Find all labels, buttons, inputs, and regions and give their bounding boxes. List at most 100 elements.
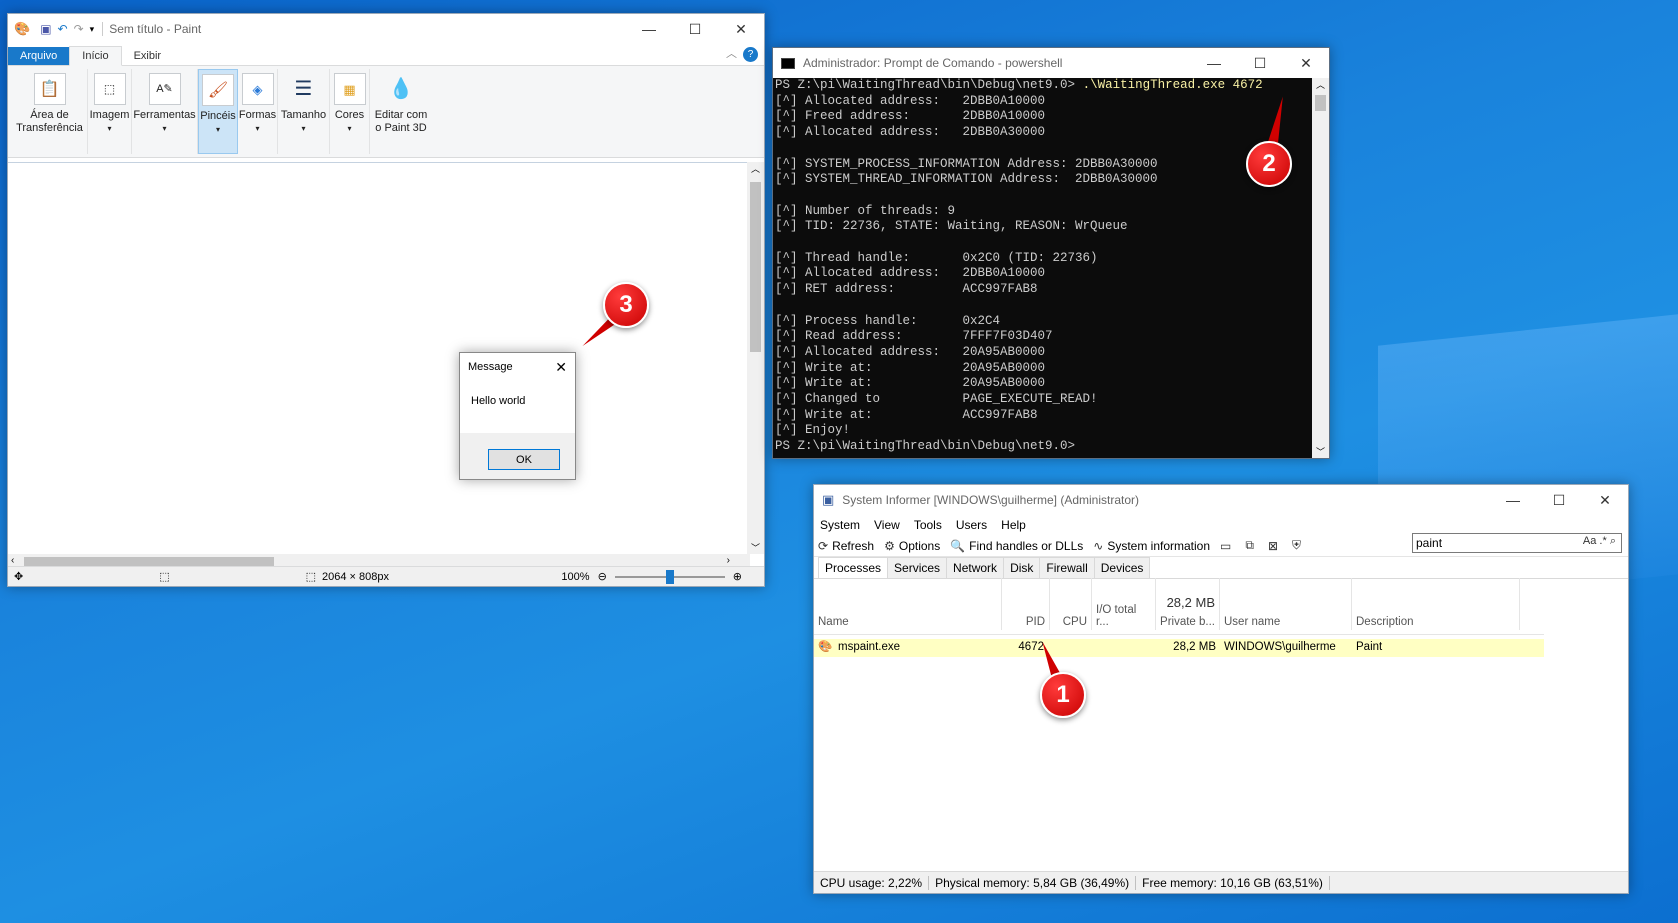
group-brushes[interactable]: 🖌 Pincéis ▾ bbox=[198, 69, 238, 154]
column-pid-label: PID bbox=[1025, 616, 1045, 628]
close-icon[interactable]: ✕ bbox=[555, 359, 567, 376]
terminate-icon[interactable]: ⊠ bbox=[1268, 539, 1282, 553]
maximize-button[interactable]: ☐ bbox=[672, 14, 718, 44]
paint-titlebar[interactable]: 🎨 ▣ ↶ ↷ ▾ Sem título - Paint — ☐ ✕ bbox=[8, 14, 764, 44]
options-button[interactable]: ⚙ Options bbox=[884, 539, 940, 553]
undo-icon[interactable]: ↶ bbox=[58, 22, 68, 36]
column-user[interactable]: User name bbox=[1220, 578, 1352, 630]
refresh-button[interactable]: ⟳ Refresh bbox=[818, 539, 874, 553]
group-image[interactable]: ⬚ Imagem ▾ bbox=[88, 69, 132, 154]
tab-disk[interactable]: Disk bbox=[1003, 557, 1041, 578]
tab-processes[interactable]: Processes bbox=[818, 557, 889, 578]
colors-icon: ▦ bbox=[333, 73, 366, 105]
console-scrollbar[interactable]: ︿ ﹀ bbox=[1312, 78, 1329, 458]
console-line: [^] Number of threads: 9 bbox=[775, 203, 956, 218]
column-cpu[interactable]: CPU bbox=[1050, 578, 1092, 630]
close-button[interactable]: ✕ bbox=[1283, 48, 1329, 78]
tab-services[interactable]: Services bbox=[887, 557, 948, 578]
column-description[interactable]: Description bbox=[1352, 578, 1520, 630]
console-line: [^] TID: 22736, STATE: Waiting, REASON: … bbox=[775, 219, 1128, 234]
console-line: [^] Thread handle: 0x2C0 (TID: 22736) bbox=[775, 250, 1098, 265]
help-icon[interactable]: ? bbox=[743, 47, 758, 62]
find-window-icon[interactable]: ⧉ bbox=[1245, 538, 1258, 553]
tab-network[interactable]: Network bbox=[946, 557, 1005, 578]
tab-arquivo[interactable]: Arquivo bbox=[8, 47, 70, 65]
group-shapes[interactable]: ◈ Formas ▾ bbox=[238, 69, 278, 154]
zoom-out-icon[interactable]: ⊖ bbox=[598, 570, 607, 583]
console-line: [^] Allocated address: 2DBB0A30000 bbox=[775, 125, 1046, 140]
group-clipboard-label: Área de Transferência bbox=[16, 109, 83, 134]
group-tools-label: Ferramentas bbox=[133, 109, 196, 121]
ok-button[interactable]: OK bbox=[488, 449, 560, 470]
tab-exibir[interactable]: Exibir bbox=[122, 47, 174, 65]
menu-view[interactable]: View bbox=[874, 518, 900, 532]
zoom-slider-thumb[interactable] bbox=[665, 569, 674, 584]
find-label: Find handles or DLLs bbox=[969, 538, 1084, 553]
column-private-bytes[interactable]: 28,2 MB Private b... bbox=[1156, 578, 1220, 630]
callout-2: 2 bbox=[1246, 141, 1292, 187]
drawing-canvas[interactable] bbox=[8, 162, 750, 554]
scroll-up-icon[interactable]: ︿ bbox=[751, 162, 760, 175]
redo-icon[interactable]: ↷ bbox=[74, 22, 84, 36]
sysinf-statusbar: CPU usage: 2,22% Physical memory: 5,84 G… bbox=[814, 871, 1628, 893]
tab-devices[interactable]: Devices bbox=[1093, 557, 1151, 578]
canvas-vertical-scrollbar[interactable]: ︿ ﹀ bbox=[747, 162, 764, 554]
ribbon-tabs: Arquivo Início Exibir ︿ ? bbox=[8, 44, 764, 66]
save-icon[interactable]: ▣ bbox=[40, 22, 51, 36]
column-private-label: Private b... bbox=[1160, 616, 1215, 628]
column-pid[interactable]: PID bbox=[1002, 578, 1050, 630]
shield-icon[interactable]: ⛨ bbox=[1292, 538, 1305, 553]
group-size[interactable]: ☰ Tamanho ▾ bbox=[278, 69, 330, 154]
menu-users[interactable]: Users bbox=[956, 518, 987, 532]
minimize-button[interactable]: — bbox=[1191, 48, 1237, 78]
console-output[interactable]: PS Z:\pi\WaitingThread\bin\Debug\net9.0>… bbox=[773, 78, 1312, 458]
scroll-up-icon[interactable]: ︿ bbox=[1316, 78, 1325, 91]
tab-firewall[interactable]: Firewall bbox=[1039, 557, 1095, 578]
chevron-down-icon: ▾ bbox=[301, 124, 306, 133]
window-icon[interactable]: ▭ bbox=[1220, 539, 1235, 553]
console-titlebar[interactable]: Administrador: Prompt de Comando - power… bbox=[773, 48, 1329, 78]
group-tools[interactable]: A✎ Ferramentas ▾ bbox=[132, 69, 198, 154]
scroll-thumb[interactable] bbox=[750, 182, 761, 352]
tab-inicio[interactable]: Início bbox=[69, 46, 122, 66]
menu-tools[interactable]: Tools bbox=[914, 518, 942, 532]
process-icon: 🎨 bbox=[818, 641, 833, 653]
menu-help[interactable]: Help bbox=[1001, 518, 1026, 532]
search-options-icon[interactable]: Aa .* ⌕ bbox=[1583, 535, 1616, 548]
maximize-button[interactable]: ☐ bbox=[1536, 485, 1582, 515]
close-button[interactable]: ✕ bbox=[718, 14, 764, 44]
ribbon-collapse-icon[interactable]: ︿ bbox=[726, 45, 737, 61]
system-information-button[interactable]: ∿ System information bbox=[1093, 539, 1210, 553]
scroll-left-icon[interactable]: ‹ bbox=[11, 555, 14, 566]
zoom-in-icon[interactable]: ⊕ bbox=[733, 570, 742, 583]
find-handles-button[interactable]: 🔍 Find handles or DLLs bbox=[950, 539, 1083, 553]
sysinf-titlebar[interactable]: ▣ System Informer [WINDOWS\guilherme] (A… bbox=[814, 485, 1628, 515]
group-clipboard[interactable]: 📋 Área de Transferência bbox=[12, 69, 88, 154]
gear-icon: ⚙ bbox=[884, 538, 895, 553]
process-description: Paint bbox=[1356, 641, 1383, 653]
column-name[interactable]: Name bbox=[814, 578, 1002, 630]
scroll-down-icon[interactable]: ﹀ bbox=[751, 541, 760, 554]
scroll-thumb[interactable] bbox=[1315, 95, 1326, 111]
minimize-button[interactable]: — bbox=[1490, 485, 1536, 515]
minimize-button[interactable]: — bbox=[626, 14, 672, 44]
quick-access-dropdown-icon[interactable]: ▾ bbox=[90, 24, 95, 35]
scroll-right-icon[interactable]: › bbox=[727, 555, 730, 566]
group-colors-label: Cores bbox=[334, 109, 365, 121]
zoom-slider[interactable] bbox=[614, 569, 725, 584]
scroll-down-icon[interactable]: ﹀ bbox=[1316, 445, 1325, 458]
close-button[interactable]: ✕ bbox=[1582, 485, 1628, 515]
chevron-down-icon: ▾ bbox=[107, 124, 112, 133]
maximize-button[interactable]: ☐ bbox=[1237, 48, 1283, 78]
chevron-down-icon: ▾ bbox=[215, 125, 220, 134]
menu-system[interactable]: System bbox=[820, 518, 860, 532]
message-titlebar[interactable]: Message ✕ bbox=[460, 353, 575, 381]
console-line: PS Z:\pi\WaitingThread\bin\Debug\net9.0> bbox=[775, 439, 1076, 454]
column-io[interactable]: I/O total r... bbox=[1092, 578, 1156, 630]
refresh-label: Refresh bbox=[832, 538, 875, 553]
table-row[interactable]: 🎨 mspaint.exe 4672 28,2 MB WINDOWS\guilh… bbox=[814, 639, 1544, 657]
group-brushes-label: Pincéis bbox=[200, 110, 236, 122]
group-colors[interactable]: ▦ Cores ▾ bbox=[330, 69, 370, 154]
column-name-label: Name bbox=[818, 616, 849, 628]
group-paint3d[interactable]: 💧 Editar com o Paint 3D bbox=[370, 69, 432, 154]
